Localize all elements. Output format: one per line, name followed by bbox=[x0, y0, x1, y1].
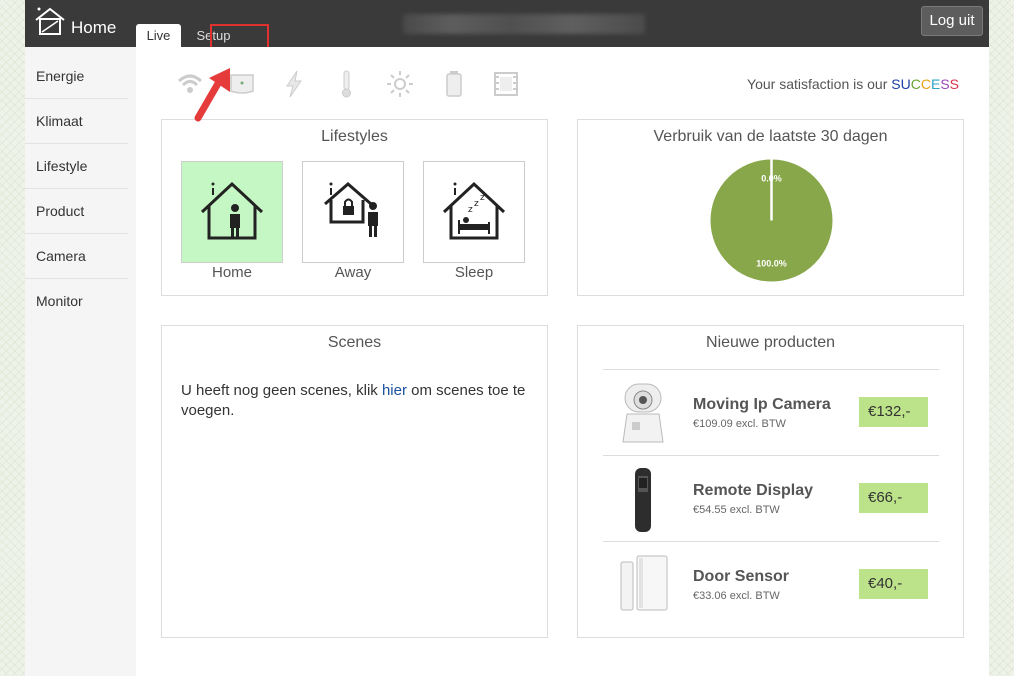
door-sensor-image bbox=[620, 555, 668, 611]
main-content: Your satisfaction is our SUCCESS Lifesty… bbox=[136, 47, 989, 676]
lightning-icon bbox=[286, 70, 302, 98]
product-price-badge[interactable]: €40,- bbox=[859, 569, 928, 599]
add-scene-link[interactable]: hier bbox=[382, 382, 407, 399]
lifestyle-sleep-button[interactable]: z z z bbox=[423, 161, 525, 263]
lifestyle-away-label: Away bbox=[334, 264, 372, 281]
success-letter: S bbox=[891, 76, 901, 92]
setup-tab-highlight bbox=[210, 24, 269, 49]
film-icon bbox=[494, 72, 518, 96]
success-word: SUCCESS bbox=[891, 76, 959, 92]
lifestyle-home-label: Home bbox=[211, 264, 252, 281]
pie-label: 0.0% bbox=[761, 174, 782, 184]
product-price-excl: €54.55 excl. BTW bbox=[693, 504, 780, 516]
scenes-title: Scenes bbox=[327, 334, 382, 351]
lifestyle-home-button[interactable] bbox=[181, 161, 283, 263]
house-logo-icon bbox=[35, 7, 65, 35]
usage-panel: Verbruik van de laatste 30 dagen 0.0% 100… bbox=[577, 119, 964, 296]
product-price-excl: €33.06 excl. BTW bbox=[693, 590, 780, 602]
product-row[interactable]: Remote Display €54.55 excl. BTW €66,- bbox=[603, 455, 939, 542]
scenes-empty-message: U heeft nog geen scenes, klik hier om sc… bbox=[181, 381, 526, 421]
lifestyles-title: Lifestyles bbox=[321, 128, 388, 145]
products-panel: Nieuwe producten Moving Ip Camera €109.0… bbox=[577, 325, 964, 638]
home-lifestyle-icon bbox=[200, 181, 264, 240]
sidebar-item-monitor[interactable]: Monitor bbox=[25, 279, 128, 324]
product-price-excl: €109.09 excl. BTW bbox=[693, 418, 786, 430]
pie-label: 100.0% bbox=[756, 259, 787, 269]
sun-icon bbox=[387, 71, 413, 97]
usage-pie-chart: 0.0% 100.0% bbox=[710, 159, 833, 282]
product-price-badge[interactable]: €132,- bbox=[859, 397, 928, 427]
success-letter: E bbox=[930, 76, 941, 92]
away-lifestyle-icon bbox=[324, 182, 378, 237]
success-letter: S bbox=[940, 76, 950, 92]
usage-title: Verbruik van de laatste 30 dagen bbox=[653, 128, 888, 145]
success-letter: S bbox=[949, 76, 959, 92]
thermometer-icon bbox=[342, 70, 351, 98]
sidebar-item-energie[interactable]: Energie bbox=[25, 54, 128, 99]
user-name-redacted bbox=[403, 14, 645, 34]
ip-camera-image bbox=[622, 383, 664, 443]
sidebar-item-product[interactable]: Product bbox=[25, 189, 128, 234]
app-title[interactable]: Home bbox=[71, 18, 116, 38]
svg-text:z: z bbox=[468, 205, 473, 215]
product-row[interactable]: Moving Ip Camera €109.09 excl. BTW €132,… bbox=[603, 369, 939, 456]
scenes-panel: Scenes U heeft nog geen scenes, klik hie… bbox=[161, 325, 548, 638]
sidebar-item-camera[interactable]: Camera bbox=[25, 234, 128, 279]
product-name: Remote Display bbox=[693, 482, 814, 499]
svg-text:z: z bbox=[480, 193, 485, 203]
lifestyle-sleep-label: Sleep bbox=[454, 264, 494, 281]
sidebar-item-klimaat[interactable]: Klimaat bbox=[25, 99, 128, 144]
products-title: Nieuwe producten bbox=[706, 334, 835, 351]
sleep-lifestyle-icon: z z z bbox=[442, 181, 506, 240]
success-letter: C bbox=[920, 76, 931, 92]
scenes-text-before: U heeft nog geen scenes, klik bbox=[181, 382, 382, 399]
success-letter: U bbox=[900, 76, 911, 92]
sidebar-item-lifestyle[interactable]: Lifestyle bbox=[25, 144, 128, 189]
lifestyle-away-button[interactable] bbox=[302, 161, 404, 263]
red-pointer-arrow-icon bbox=[194, 68, 230, 122]
battery-icon bbox=[446, 71, 462, 97]
svg-text:z: z bbox=[474, 199, 479, 209]
sidebar: Energie Klimaat Lifestyle Product Camera… bbox=[25, 47, 137, 676]
lifestyles-panel: Lifestyles Home Away z z z Sleep bbox=[161, 119, 548, 296]
logout-button[interactable]: Log uit bbox=[921, 6, 983, 36]
tab-live[interactable]: Live bbox=[136, 24, 181, 47]
remote-display-image bbox=[635, 468, 651, 532]
success-letter: C bbox=[910, 76, 921, 92]
product-price-badge[interactable]: €66,- bbox=[859, 483, 928, 513]
product-name: Door Sensor bbox=[693, 568, 790, 585]
product-row[interactable]: Door Sensor €33.06 excl. BTW €40,- bbox=[603, 541, 939, 628]
slogan-prefix: Your satisfaction is our bbox=[747, 76, 892, 92]
satisfaction-slogan: Your satisfaction is our SUCCESS bbox=[747, 76, 959, 92]
product-name: Moving Ip Camera bbox=[693, 396, 831, 413]
